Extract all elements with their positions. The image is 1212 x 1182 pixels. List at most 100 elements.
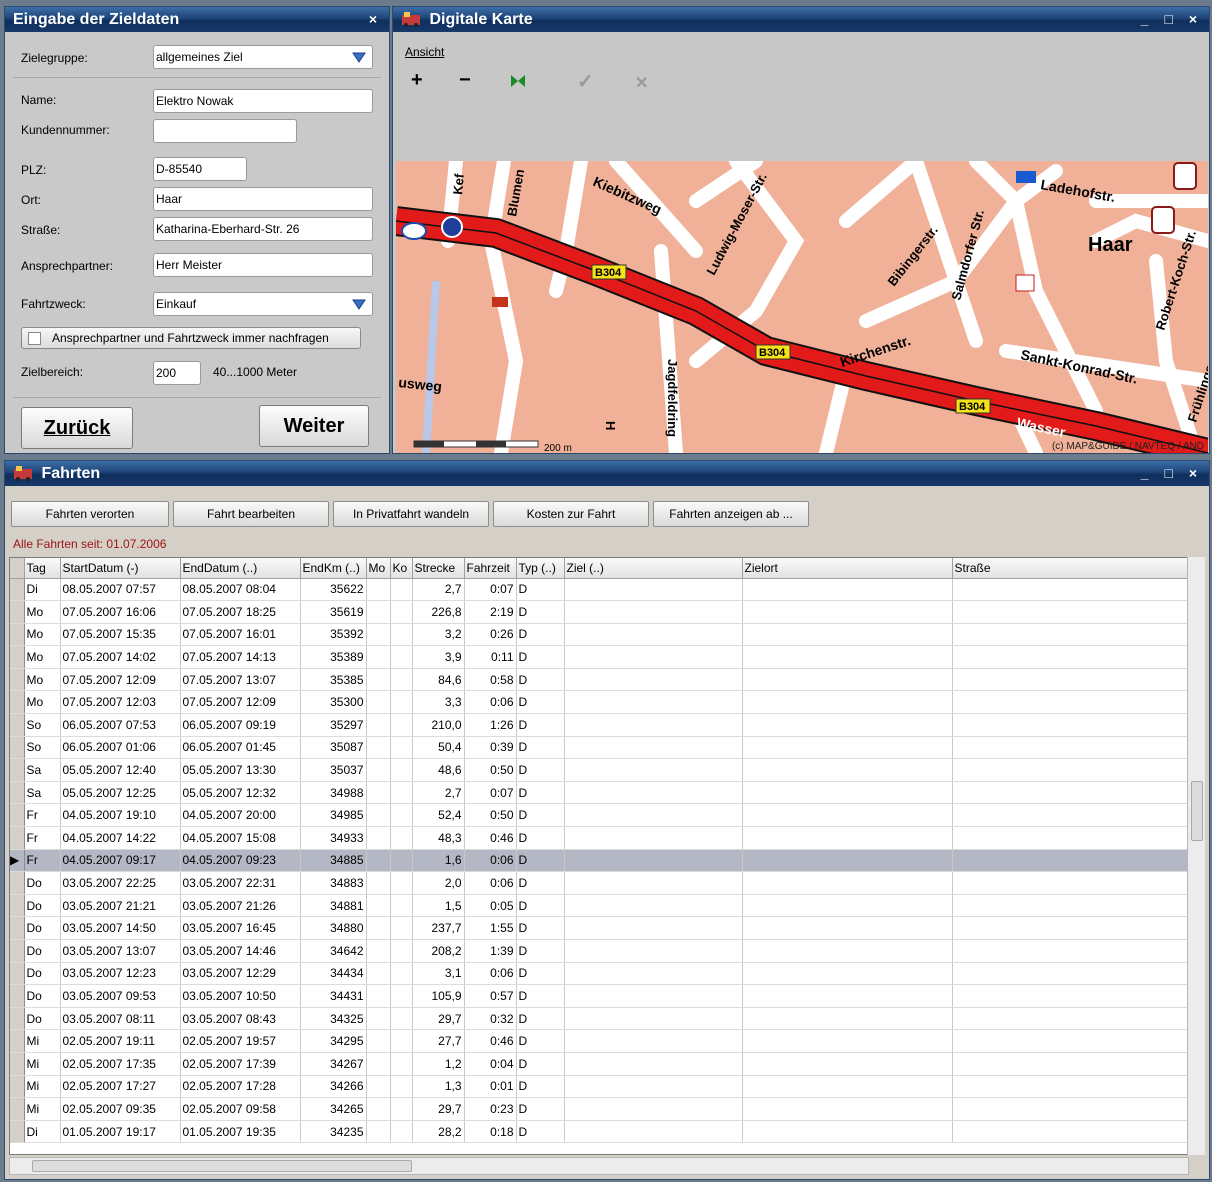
mo-cell[interactable] [366, 578, 391, 602]
street-cell[interactable] [952, 713, 1189, 737]
end-date-cell[interactable]: 07.05.2007 13:07 [180, 668, 301, 692]
duration-cell[interactable]: 2:19 [464, 600, 517, 624]
ko-cell[interactable] [390, 939, 413, 963]
mo-cell[interactable] [366, 690, 391, 715]
day-cell[interactable]: Mo [24, 645, 61, 669]
table-row[interactable]: Mi 02.05.2007 19:11 02.05.2007 19:57 34295 2… [10, 1029, 1189, 1053]
trips-table-grid[interactable]: Tag StartDatum (-) EndDatum (..) EndKm (… [10, 558, 1189, 1144]
target-city-cell[interactable] [742, 803, 953, 828]
street-cell[interactable] [952, 1097, 1189, 1121]
start-date-cell[interactable]: 07.05.2007 15:35 [60, 623, 181, 647]
day-cell[interactable]: Mi [24, 1029, 61, 1053]
ko-cell[interactable] [390, 1029, 413, 1053]
zielegruppe-select[interactable]: allgemeines Ziel [153, 45, 373, 69]
start-date-cell[interactable]: 03.05.2007 22:25 [60, 871, 181, 895]
ort-input[interactable]: Haar [153, 187, 373, 211]
distance-cell[interactable]: 29,7 [412, 1097, 465, 1121]
row-selector[interactable] [10, 736, 25, 760]
end-date-cell[interactable]: 02.05.2007 09:58 [180, 1097, 301, 1121]
table-row[interactable]: Di 08.05.2007 07:57 08.05.2007 08:04 35622 2… [10, 578, 1189, 602]
mo-cell[interactable] [366, 645, 391, 669]
duration-cell[interactable]: 0:57 [464, 984, 517, 1008]
end-km-cell[interactable]: 34880 [300, 916, 367, 940]
row-selector[interactable] [10, 962, 25, 986]
target-cell[interactable] [564, 736, 743, 760]
target-city-cell[interactable] [742, 758, 953, 782]
target-cell[interactable] [564, 962, 743, 986]
start-date-cell[interactable]: 04.05.2007 19:10 [60, 803, 181, 828]
end-km-cell[interactable]: 34434 [300, 962, 367, 986]
col-mo[interactable]: Mo [366, 558, 391, 579]
target-cell[interactable] [564, 871, 743, 895]
start-date-cell[interactable]: 05.05.2007 12:25 [60, 781, 181, 805]
ko-cell[interactable] [390, 1052, 413, 1076]
duration-cell[interactable]: 0:50 [464, 758, 517, 782]
target-cell[interactable] [564, 894, 743, 918]
end-km-cell[interactable]: 34265 [300, 1097, 367, 1121]
ko-cell[interactable] [390, 1097, 413, 1121]
mo-cell[interactable] [366, 668, 391, 692]
mo-cell[interactable] [366, 1052, 391, 1076]
table-row[interactable]: Mo 07.05.2007 12:09 07.05.2007 13:07 35385 8… [10, 668, 1189, 692]
day-cell[interactable]: Sa [24, 781, 61, 805]
table-row[interactable]: Mo 07.05.2007 14:02 07.05.2007 14:13 35389 3… [10, 645, 1189, 669]
edit-trip-button[interactable]: Fahrt bearbeiten [173, 501, 329, 527]
start-date-cell[interactable]: 05.05.2007 12:40 [60, 758, 181, 782]
distance-cell[interactable]: 2,7 [412, 578, 465, 602]
mo-cell[interactable] [366, 1007, 391, 1031]
next-button[interactable]: Weiter [259, 405, 369, 447]
type-cell[interactable]: D [516, 600, 565, 624]
target-city-cell[interactable] [742, 690, 953, 715]
table-row[interactable]: So 06.05.2007 01:06 06.05.2007 01:45 35087 5… [10, 736, 1189, 760]
window-controls-icon[interactable]: _ □ × [1141, 461, 1203, 486]
distance-cell[interactable]: 208,2 [412, 939, 465, 963]
target-city-cell[interactable] [742, 962, 953, 986]
back-button[interactable]: Zurück [21, 407, 133, 449]
col-fahrzeit[interactable]: Fahrzeit [464, 558, 517, 579]
type-cell[interactable]: D [516, 781, 565, 805]
target-cell[interactable] [564, 1007, 743, 1031]
duration-cell[interactable]: 0:39 [464, 736, 517, 760]
target-cell[interactable] [564, 939, 743, 963]
mo-cell[interactable] [366, 623, 391, 647]
type-cell[interactable]: D [516, 623, 565, 647]
end-km-cell[interactable]: 34267 [300, 1052, 367, 1076]
fahrtzweck-select[interactable]: Einkauf [153, 292, 373, 316]
distance-cell[interactable]: 2,7 [412, 781, 465, 805]
target-cell[interactable] [564, 1120, 743, 1144]
end-km-cell[interactable]: 35385 [300, 668, 367, 692]
ko-cell[interactable] [390, 984, 413, 1008]
street-cell[interactable] [952, 871, 1189, 895]
name-input[interactable]: Elektro Nowak [153, 89, 373, 113]
col-enddatum[interactable]: EndDatum (..) [180, 558, 301, 579]
end-km-cell[interactable]: 34933 [300, 826, 367, 850]
distance-cell[interactable]: 48,3 [412, 826, 465, 850]
ko-cell[interactable] [390, 803, 413, 828]
ko-cell[interactable] [390, 578, 413, 602]
end-km-cell[interactable]: 35037 [300, 758, 367, 782]
convert-private-button[interactable]: In Privatfahrt wandeln [333, 501, 489, 527]
table-row[interactable]: ▶ Fr 04.05.2007 09:17 04.05.2007 09:23 34885… [10, 849, 1189, 873]
target-cell[interactable] [564, 758, 743, 782]
day-cell[interactable]: Fr [24, 803, 61, 828]
end-km-cell[interactable]: 35300 [300, 690, 367, 715]
target-city-cell[interactable] [742, 939, 953, 963]
trip-costs-button[interactable]: Kosten zur Fahrt [493, 501, 649, 527]
start-date-cell[interactable]: 03.05.2007 14:50 [60, 916, 181, 940]
day-cell[interactable]: Do [24, 939, 61, 963]
distance-cell[interactable]: 27,7 [412, 1029, 465, 1053]
street-cell[interactable] [952, 1075, 1189, 1099]
day-cell[interactable]: Do [24, 984, 61, 1008]
type-cell[interactable]: D [516, 894, 565, 918]
start-date-cell[interactable]: 02.05.2007 09:35 [60, 1097, 181, 1121]
distance-cell[interactable]: 3,9 [412, 645, 465, 669]
target-city-cell[interactable] [742, 894, 953, 918]
end-date-cell[interactable]: 01.05.2007 19:35 [180, 1120, 301, 1144]
target-city-cell[interactable] [742, 1075, 953, 1099]
checkbox-box[interactable] [28, 332, 41, 345]
day-cell[interactable]: Do [24, 871, 61, 895]
end-date-cell[interactable]: 08.05.2007 08:04 [180, 578, 301, 602]
street-cell[interactable] [952, 578, 1189, 602]
target-city-cell[interactable] [742, 849, 953, 873]
end-km-cell[interactable]: 34985 [300, 803, 367, 828]
